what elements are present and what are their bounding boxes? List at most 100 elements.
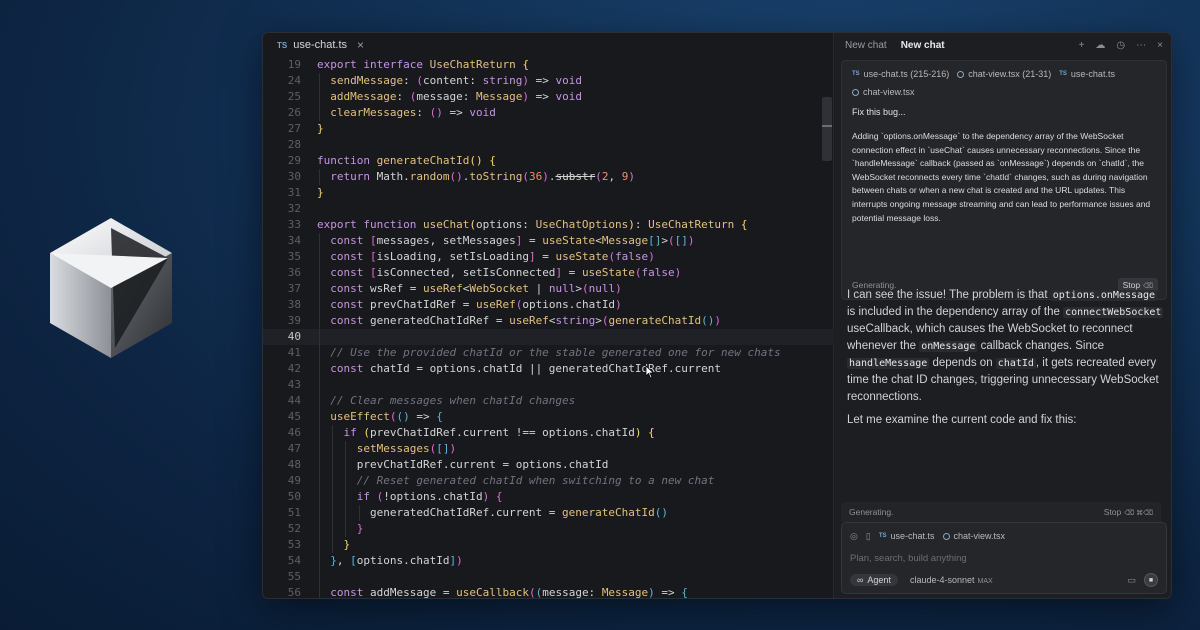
code-line[interactable]: 27} — [263, 121, 834, 137]
code-text[interactable] — [301, 201, 317, 217]
code-line[interactable]: 54 }, [options.chatId]) — [263, 553, 834, 569]
code-text[interactable]: // Reset generated chatId when switching… — [301, 473, 715, 489]
code-text[interactable]: if (!options.chatId) { — [301, 489, 503, 505]
code-text[interactable]: export function useChat(options: UseChat… — [301, 217, 748, 233]
code-line[interactable]: 49 // Reset generated chatId when switch… — [263, 473, 834, 489]
code-line[interactable]: 24 sendMessage: (content: string) => voi… — [263, 73, 834, 89]
code-line[interactable]: 47 setMessages([]) — [263, 441, 834, 457]
code-line[interactable]: 51 generatedChatIdRef.current = generate… — [263, 505, 834, 521]
line-number[interactable]: 42 — [263, 361, 301, 377]
line-number[interactable]: 47 — [263, 441, 301, 457]
plus-icon[interactable]: + — [1079, 40, 1085, 51]
code-line[interactable]: 37 const wsRef = useRef<WebSocket | null… — [263, 281, 834, 297]
code-editor[interactable]: TS use-chat.ts × 19 export interface UseC… — [263, 33, 834, 598]
code-text[interactable]: const addMessage = useCallback((message:… — [301, 585, 688, 598]
code-line[interactable]: 38 const prevChatIdRef = useRef(options.… — [263, 297, 834, 313]
image-icon[interactable]: ▭ — [1127, 575, 1136, 586]
code-text[interactable]: // Use the provided chatId or the stable… — [301, 345, 780, 361]
line-number[interactable]: 49 — [263, 473, 301, 489]
context-chip[interactable]: TS use-chat.ts — [1059, 67, 1115, 81]
more-icon[interactable]: ⋯ — [1136, 40, 1146, 51]
code-line[interactable]: 53 } — [263, 537, 834, 553]
code-line[interactable]: 35 const [isLoading, setIsLoading] = use… — [263, 249, 834, 265]
line-number[interactable]: 30 — [263, 169, 301, 185]
line-number[interactable]: 37 — [263, 281, 301, 297]
code-line[interactable]: 28 — [263, 137, 834, 153]
code-text[interactable]: useEffect(() => { — [301, 409, 443, 425]
line-number[interactable]: 25 — [263, 89, 301, 105]
close-icon[interactable]: × — [1157, 40, 1163, 51]
line-number[interactable]: 32 — [263, 201, 301, 217]
code-line[interactable]: 44 // Clear messages when chatId changes — [263, 393, 834, 409]
code-line[interactable]: 19 export interface UseChatReturn { — [263, 57, 834, 73]
code-text[interactable] — [301, 137, 317, 153]
code-line[interactable]: 52 } — [263, 521, 834, 537]
line-number[interactable]: 54 — [263, 553, 301, 569]
line-number[interactable]: 29 — [263, 153, 301, 169]
context-chip[interactable]: TS use-chat.ts — [879, 529, 935, 543]
mention-icon[interactable]: ◎ — [850, 531, 858, 542]
code-text[interactable]: sendMessage: (content: string) => void — [301, 73, 582, 89]
code-line[interactable]: 41 // Use the provided chatId or the sta… — [263, 345, 834, 361]
context-chip[interactable]: chat-view.tsx — [852, 85, 915, 99]
tab-use-chat[interactable]: TS use-chat.ts × — [271, 33, 370, 57]
code-text[interactable]: clearMessages: () => void — [301, 105, 496, 121]
code-line[interactable]: 55 — [263, 569, 834, 585]
line-number[interactable]: 53 — [263, 537, 301, 553]
code-line[interactable]: 31} — [263, 185, 834, 201]
code-text[interactable]: prevChatIdRef.current = options.chatId — [301, 457, 609, 473]
tab-new-chat-1[interactable]: New chat — [845, 40, 887, 51]
code-text[interactable]: generatedChatIdRef.current = generateCha… — [301, 505, 668, 521]
code-line[interactable]: 56 const addMessage = useCallback((messa… — [263, 585, 834, 598]
send-button[interactable]: ■ — [1144, 573, 1158, 587]
chat-input-box[interactable]: ◎ ▯ TS use-chat.ts chat-view.tsx Plan, sea… — [841, 522, 1167, 594]
line-number[interactable]: 38 — [263, 297, 301, 313]
line-number[interactable]: 19 — [263, 57, 301, 73]
agent-mode-selector[interactable]: ∞ Agent — [850, 574, 898, 586]
code-line[interactable]: 45 useEffect(() => { — [263, 409, 834, 425]
code-area[interactable]: 19 export interface UseChatReturn {24 sen… — [263, 57, 834, 598]
tab-new-chat-2[interactable]: New chat — [901, 40, 945, 51]
code-line[interactable]: 46 if (prevChatIdRef.current !== options… — [263, 425, 834, 441]
code-text[interactable]: const [isLoading, setIsLoading] = useSta… — [301, 249, 655, 265]
code-text[interactable]: const prevChatIdRef = useRef(options.cha… — [301, 297, 621, 313]
stop-button[interactable]: Stop ⌫ ⌘⌫ — [1104, 507, 1153, 517]
code-line[interactable]: 40 — [263, 329, 834, 345]
code-line[interactable]: 34 const [messages, setMessages] = useSt… — [263, 233, 834, 249]
line-number[interactable]: 26 — [263, 105, 301, 121]
code-line[interactable]: 39 const generatedChatIdRef = useRef<str… — [263, 313, 834, 329]
code-text[interactable]: const wsRef = useRef<WebSocket | null>(n… — [301, 281, 621, 297]
history-icon[interactable]: ◷ — [1116, 40, 1125, 51]
line-number[interactable]: 33 — [263, 217, 301, 233]
code-text[interactable]: const [messages, setMessages] = useState… — [301, 233, 694, 249]
line-number[interactable]: 46 — [263, 425, 301, 441]
context-chip[interactable]: TS use-chat.ts (215-216) — [852, 67, 949, 81]
line-number[interactable]: 48 — [263, 457, 301, 473]
code-line[interactable]: 32 — [263, 201, 834, 217]
code-text[interactable] — [301, 377, 330, 393]
code-line[interactable]: 29 function generateChatId() { — [263, 153, 834, 169]
code-text[interactable]: setMessages([]) — [301, 441, 456, 457]
code-text[interactable]: // Clear messages when chatId changes — [301, 393, 575, 409]
code-text[interactable]: const [isConnected, setIsConnected] = us… — [301, 265, 681, 281]
line-number[interactable]: 36 — [263, 265, 301, 281]
code-text[interactable]: const chatId = options.chatId || generat… — [301, 361, 721, 377]
line-number[interactable]: 28 — [263, 137, 301, 153]
editor-scrollbar[interactable] — [822, 97, 832, 161]
line-number[interactable]: 24 — [263, 73, 301, 89]
line-number[interactable]: 44 — [263, 393, 301, 409]
code-line[interactable]: 48 prevChatIdRef.current = options.chatI… — [263, 457, 834, 473]
line-number[interactable]: 45 — [263, 409, 301, 425]
line-number[interactable]: 31 — [263, 185, 301, 201]
user-message-card[interactable]: TS use-chat.ts (215-216) chat-view.tsx (21… — [841, 60, 1167, 300]
line-number[interactable]: 34 — [263, 233, 301, 249]
code-line[interactable]: 33 export function useChat(options: UseCh… — [263, 217, 834, 233]
code-text[interactable] — [301, 569, 330, 585]
code-text[interactable]: } — [301, 537, 351, 553]
code-line[interactable]: 50 if (!options.chatId) { — [263, 489, 834, 505]
line-number[interactable]: 51 — [263, 505, 301, 521]
code-line[interactable]: 36 const [isConnected, setIsConnected] =… — [263, 265, 834, 281]
line-number[interactable]: 50 — [263, 489, 301, 505]
code-text[interactable]: return Math.random().toString(36).substr… — [301, 169, 635, 185]
code-text[interactable]: } — [301, 185, 324, 201]
